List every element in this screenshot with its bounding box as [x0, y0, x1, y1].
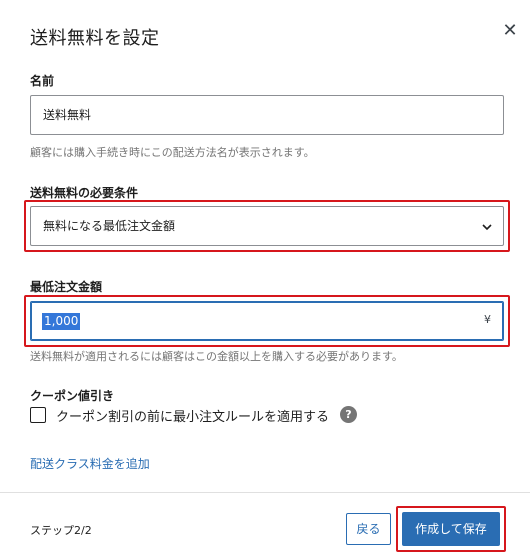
free-shipping-dialog: 送料無料を設定 ✕ 名前 送料無料 顧客には購入手続き時にこの配送方法名が表示さ… — [0, 0, 530, 560]
requirement-select[interactable]: 無料になる最低注文金額 — [30, 206, 504, 246]
min-amount-value: 1,000 — [42, 313, 81, 330]
requirement-label: 送料無料の必要条件 — [30, 186, 139, 200]
close-icon[interactable]: ✕ — [499, 20, 521, 42]
name-help-text: 顧客には購入手続き時にこの配送方法名が表示されます。 — [30, 146, 315, 159]
coupon-label: クーポン値引き — [30, 389, 115, 403]
min-amount-label: 最低注文金額 — [30, 280, 103, 294]
min-amount-input[interactable]: 1,000 ¥ — [30, 301, 504, 341]
coupon-checkbox[interactable] — [30, 407, 46, 423]
currency-symbol: ¥ — [484, 313, 491, 326]
back-button[interactable]: 戻る — [346, 513, 391, 545]
requirement-selected-value: 無料になる最低注文金額 — [43, 219, 176, 233]
add-shipping-class-link[interactable]: 配送クラス料金を追加 — [30, 455, 150, 472]
min-amount-help-text: 送料無料が適用されるには顧客はこの金額以上を購入する必要があります。 — [30, 350, 403, 363]
coupon-checkbox-label[interactable]: クーポン割引の前に最小注文ルールを適用する — [56, 406, 329, 425]
name-input[interactable]: 送料無料 — [30, 95, 504, 135]
name-label: 名前 — [30, 74, 55, 88]
chevron-down-icon — [482, 224, 492, 231]
step-indicator: ステップ2/2 — [30, 524, 92, 537]
create-and-save-button[interactable]: 作成して保存 — [402, 512, 500, 546]
footer-divider — [0, 492, 530, 493]
help-icon[interactable]: ? — [340, 406, 357, 423]
dialog-title: 送料無料を設定 — [30, 28, 160, 49]
